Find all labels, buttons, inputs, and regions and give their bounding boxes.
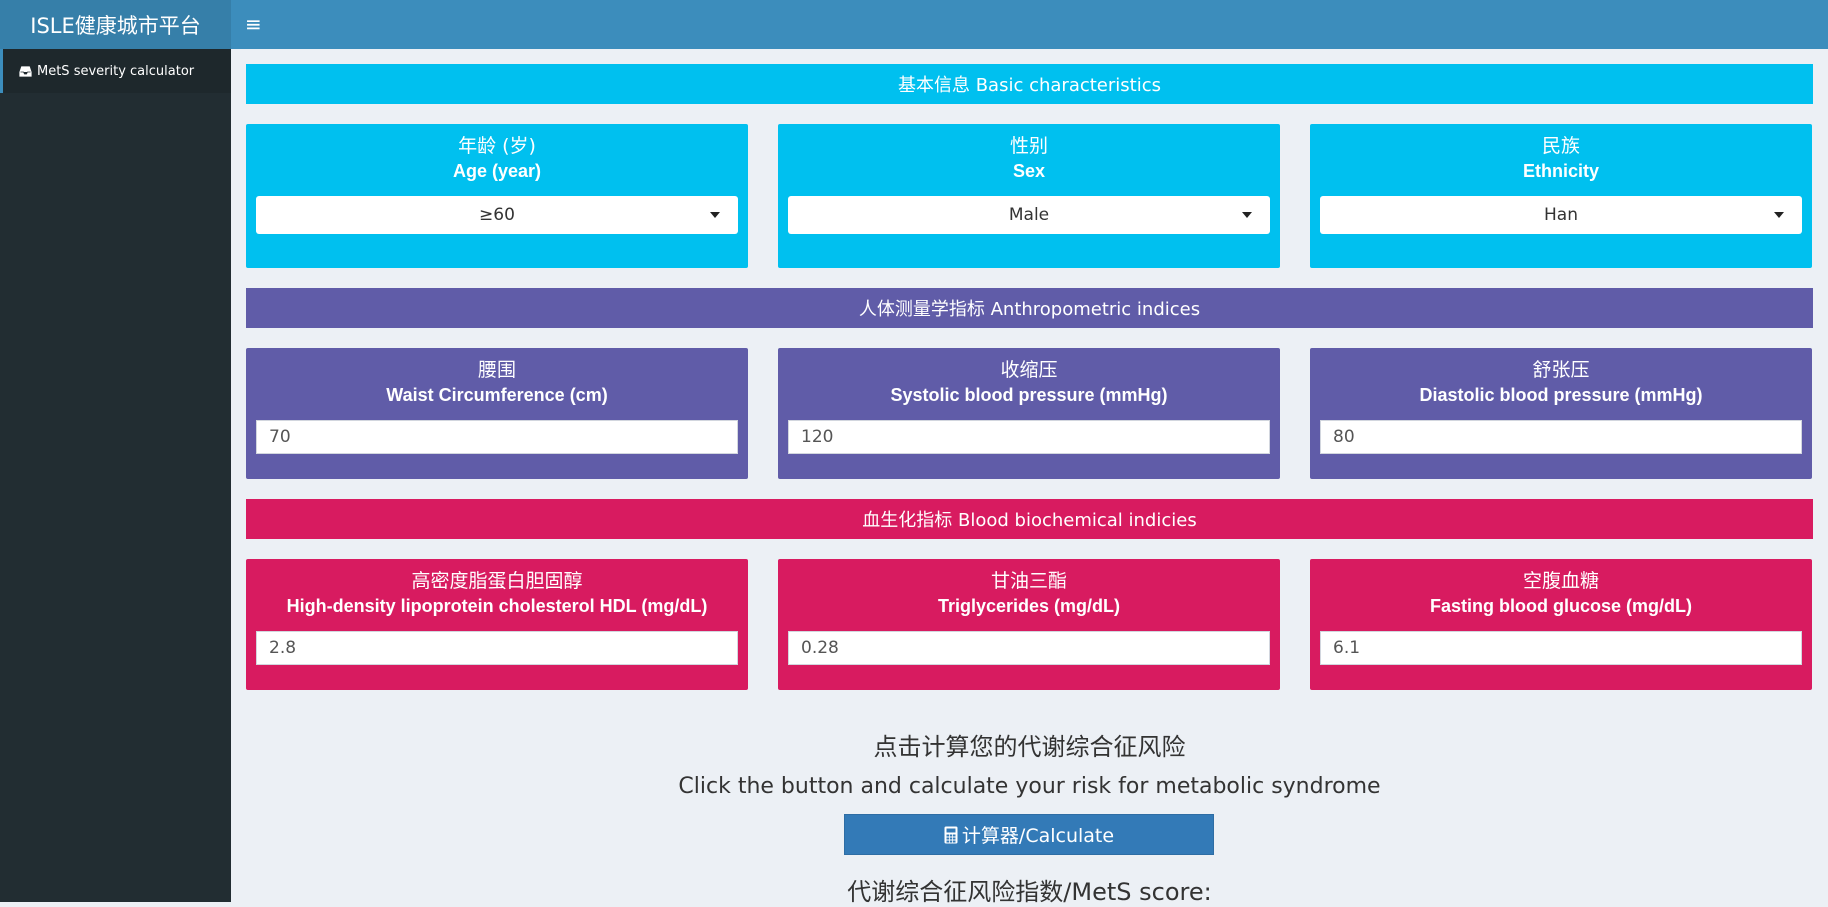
field-label-en: Age (year)	[452, 161, 542, 181]
sidebar: MetS severity calculator	[0, 49, 231, 902]
calc-prompt-cn: 点击计算您的代谢综合征风险	[873, 733, 1186, 761]
section-title: 基本信息 Basic characteristics	[897, 75, 1161, 96]
section-title: 血生化指标 Blood biochemical indicies	[862, 510, 1197, 531]
field-label-cn: 空腹血糖	[1522, 570, 1599, 592]
glucose-input[interactable]: 6.1	[1320, 631, 1802, 665]
card-ethnicity: 民族 Ethnicity Han	[1310, 124, 1812, 268]
select-value: ≥60	[479, 205, 515, 225]
field-label-cn: 甘油三酯	[990, 570, 1067, 592]
card-systolic: 收缩压 Systolic blood pressure (mmHg) 120	[778, 348, 1280, 479]
menu-toggle-icon[interactable]: ≡	[245, 12, 262, 36]
card-diastolic: 舒张压 Diastolic blood pressure (mmHg) 80	[1310, 348, 1812, 479]
field-label-en: High-density lipoprotein cholesterol HDL…	[286, 596, 708, 616]
card-waist: 腰围 Waist Circumference (cm) 70	[246, 348, 748, 479]
field-label-cn: 性别	[1009, 135, 1048, 157]
diastolic-input[interactable]: 80	[1320, 420, 1802, 454]
field-label-cn: 民族	[1541, 135, 1580, 157]
caret-down-icon	[1242, 212, 1252, 218]
select-value: Han	[1544, 205, 1578, 225]
field-label-cn: 高密度脂蛋白胆固醇	[411, 570, 583, 592]
section-header-basic: 基本信息 Basic characteristics	[246, 64, 1813, 104]
section-title: 人体测量学指标 Anthropometric indices	[858, 299, 1201, 320]
caret-down-icon	[710, 212, 720, 218]
field-label-en: Waist Circumference (cm)	[386, 385, 608, 405]
calculate-button[interactable]: 计算器/Calculate	[844, 814, 1214, 855]
calc-prompt-en: Click the button and calculate your risk…	[678, 774, 1381, 799]
section-header-anthropometric: 人体测量学指标 Anthropometric indices	[246, 288, 1813, 328]
field-label-en: Ethnicity	[1522, 161, 1599, 181]
age-select[interactable]: ≥60	[256, 196, 738, 234]
card-age: 年龄 (岁) Age (year) ≥60	[246, 124, 748, 268]
sex-select[interactable]: Male	[788, 196, 1270, 234]
waist-input[interactable]: 70	[256, 420, 738, 454]
top-navbar: ≡	[231, 0, 1828, 49]
field-label-en: Systolic blood pressure (mmHg)	[890, 385, 1168, 405]
app-title: ISLE健康城市平台	[30, 13, 201, 38]
field-label-en: Sex	[1012, 161, 1046, 181]
card-glucose: 空腹血糖 Fasting blood glucose (mg/dL) 6.1	[1310, 559, 1812, 690]
hdl-input[interactable]: 2.8	[256, 631, 738, 665]
card-sex: 性别 Sex Male	[778, 124, 1280, 268]
sidebar-item-mets-calculator[interactable]: MetS severity calculator	[0, 49, 231, 93]
caret-down-icon	[1774, 212, 1784, 218]
card-triglycerides: 甘油三酯 Triglycerides (mg/dL) 0.28	[778, 559, 1280, 690]
ethnicity-select[interactable]: Han	[1320, 196, 1802, 234]
sidebar-item-label: MetS severity calculator	[37, 63, 195, 79]
field-label-en: Triglycerides (mg/dL)	[937, 596, 1121, 616]
field-label-cn: 年龄 (岁)	[458, 135, 536, 157]
field-label-cn: 收缩压	[1000, 359, 1058, 381]
calculator-icon	[944, 826, 958, 843]
inbox-icon	[19, 65, 32, 77]
card-hdl: 高密度脂蛋白胆固醇 High-density lipoprotein chole…	[246, 559, 748, 690]
calculate-button-label: 计算器/Calculate	[961, 825, 1115, 847]
field-label-cn: 舒张压	[1532, 359, 1590, 381]
field-label-en: Fasting blood glucose (mg/dL)	[1430, 596, 1692, 616]
field-label-en: Diastolic blood pressure (mmHg)	[1419, 385, 1703, 405]
select-value: Male	[1008, 205, 1050, 225]
systolic-input[interactable]: 120	[788, 420, 1270, 454]
triglycerides-input[interactable]: 0.28	[788, 631, 1270, 665]
field-label-cn: 腰围	[477, 359, 516, 381]
app-logo[interactable]: ISLE健康城市平台	[0, 0, 231, 49]
section-header-blood: 血生化指标 Blood biochemical indicies	[246, 499, 1813, 539]
